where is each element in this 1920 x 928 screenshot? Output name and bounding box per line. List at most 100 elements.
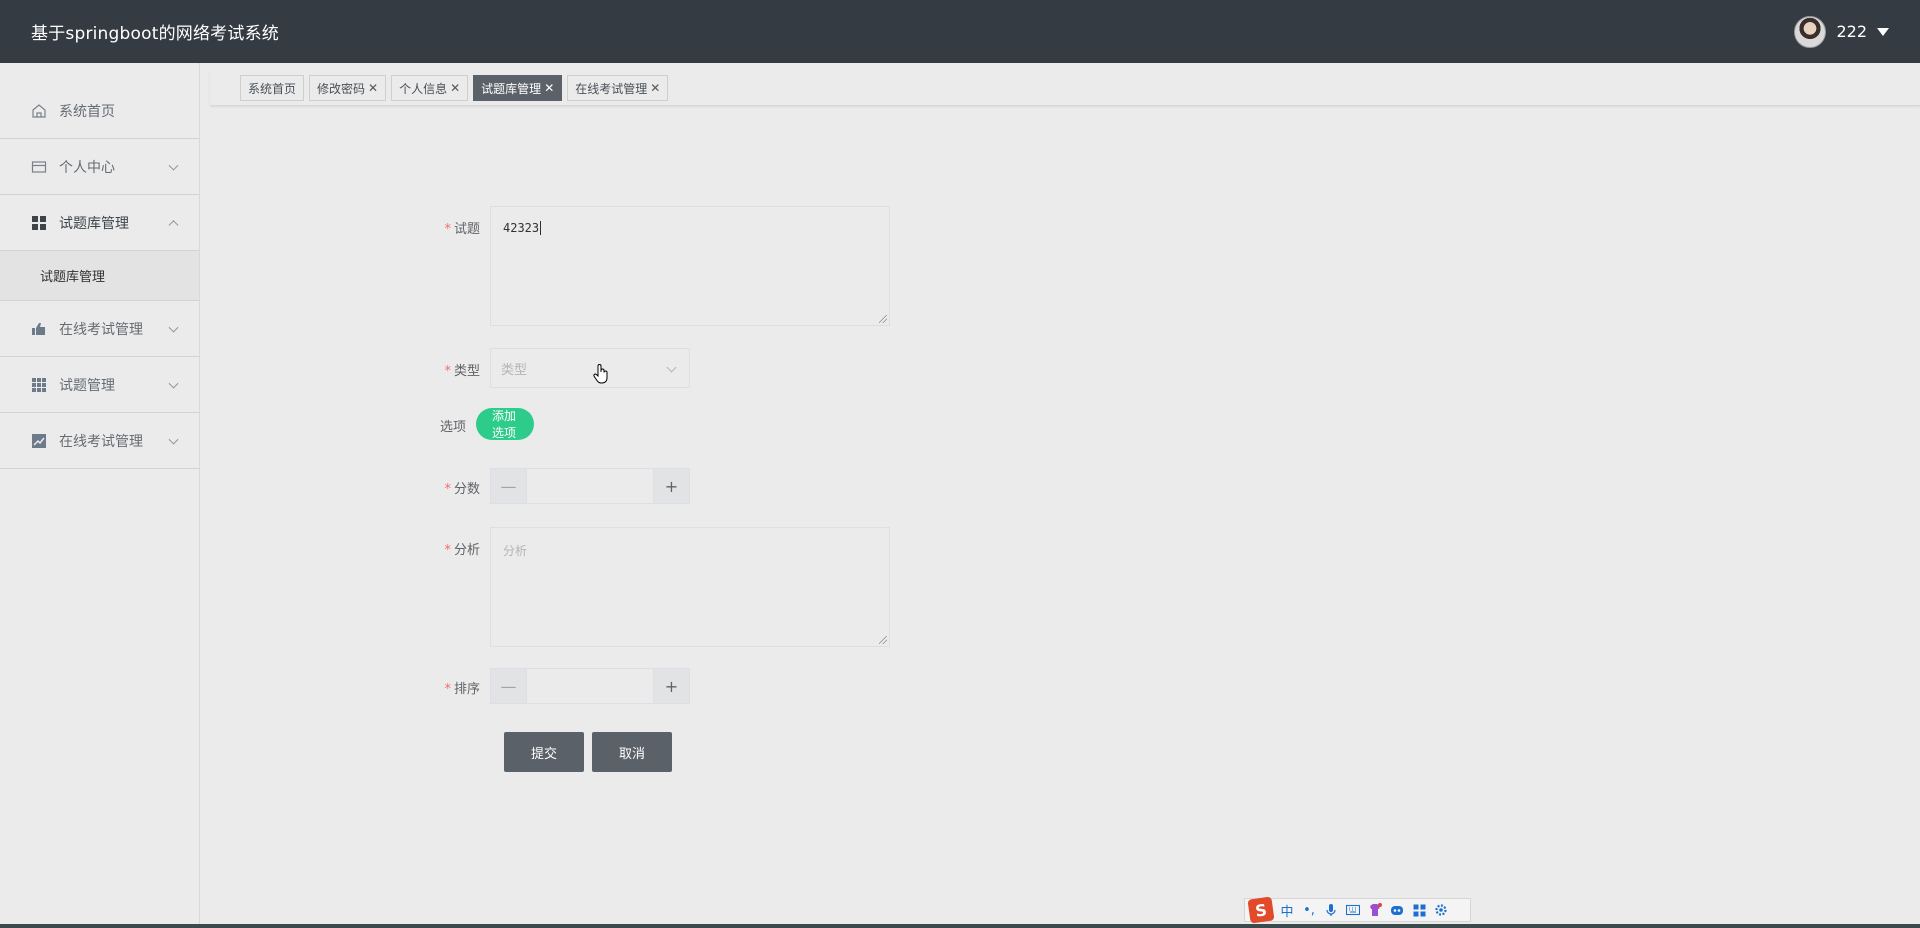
score-label: * 分数 <box>440 468 490 504</box>
sidebar-item-label: 系统首页 <box>59 103 115 120</box>
user-menu[interactable]: 222 <box>1794 15 1889 48</box>
sogou-logo-icon[interactable]: S <box>1247 896 1275 924</box>
chevron-down-icon <box>168 160 179 171</box>
sidebar-item-question-manage[interactable]: 试题管理 <box>0 357 199 413</box>
form-actions: 提交 取消 <box>504 732 672 772</box>
skin-icon[interactable] <box>1367 902 1383 918</box>
username[interactable]: 222 <box>1836 22 1867 41</box>
sidebar-item-label: 试题库管理 <box>59 215 129 232</box>
sidebar-item-personal-center[interactable]: 个人中心 <box>0 139 199 195</box>
score-stepper: — + <box>490 468 690 504</box>
close-icon[interactable]: ✕ <box>650 81 660 95</box>
toolbox-icon[interactable] <box>1411 902 1427 918</box>
label-text: 分数 <box>453 482 480 497</box>
top-header: 基于springboot的网络考试系统 222 <box>0 0 1920 63</box>
order-decrease-button[interactable]: — <box>491 669 527 703</box>
analysis-label: * 分析 <box>440 527 490 647</box>
analysis-placeholder: 分析 <box>503 544 528 558</box>
add-option-button[interactable]: 添加选项 <box>476 408 535 440</box>
robot-icon[interactable] <box>1389 902 1405 918</box>
sidebar-item-home[interactable]: 系统首页 <box>0 63 199 139</box>
sidebar-item-label: 在线考试管理 <box>59 433 143 450</box>
bottom-strip <box>0 924 1920 928</box>
score-increase-button[interactable]: + <box>653 469 689 503</box>
tab-online-exam[interactable]: 在线考试管理 ✕ <box>567 75 669 101</box>
order-input[interactable] <box>527 669 653 703</box>
required-mark: * <box>444 222 451 237</box>
form-row-order: * 排序 — + <box>440 668 690 704</box>
order-label: * 排序 <box>440 668 490 704</box>
question-value: 42323 <box>503 221 540 235</box>
submenu-item-question-bank[interactable]: 试题库管理 <box>0 251 199 301</box>
ime-toolbar: S 中 •, <box>1244 896 1471 924</box>
form-row-score: * 分数 — + <box>440 468 690 504</box>
chevron-down-icon <box>168 378 179 389</box>
question-textarea[interactable]: 42323 <box>490 206 890 326</box>
tab-label: 系统首页 <box>248 81 297 96</box>
chevron-up-icon <box>168 219 179 230</box>
chevron-down-icon <box>168 322 179 333</box>
label-text: 类型 <box>453 364 480 379</box>
credit-card-icon <box>31 159 47 175</box>
tab-change-password[interactable]: 修改密码 ✕ <box>309 75 387 101</box>
required-mark: * <box>444 482 451 497</box>
required-mark: * <box>444 682 451 697</box>
type-select[interactable]: 类型 <box>490 348 690 388</box>
sidebar-item-label: 在线考试管理 <box>59 321 143 338</box>
tabs-bar: 系统首页 修改密码 ✕ 个人信息 ✕ 试题库管理 ✕ 在线考试管理 ✕ <box>210 71 1920 106</box>
app-title: 基于springboot的网络考试系统 <box>31 24 279 44</box>
caret-down-icon[interactable] <box>1877 27 1889 36</box>
thumb-icon <box>31 321 47 337</box>
type-placeholder: 类型 <box>501 362 528 378</box>
close-icon[interactable]: ✕ <box>450 81 460 95</box>
grid-icon <box>31 215 47 231</box>
order-stepper: — + <box>490 668 690 704</box>
tab-label: 在线考试管理 <box>575 81 648 96</box>
label-text: 排序 <box>453 682 480 697</box>
microphone-icon[interactable] <box>1323 902 1339 918</box>
tab-personal-info[interactable]: 个人信息 ✕ <box>391 75 469 101</box>
home-icon <box>31 103 47 119</box>
close-icon[interactable]: ✕ <box>544 81 554 95</box>
required-mark: * <box>444 543 451 558</box>
score-input[interactable] <box>527 469 653 503</box>
chart-icon <box>31 433 47 449</box>
chevron-down-icon <box>666 362 677 373</box>
keyboard-icon[interactable] <box>1345 902 1361 918</box>
score-decrease-button[interactable]: — <box>491 469 527 503</box>
tab-home[interactable]: 系统首页 <box>240 75 305 101</box>
sidebar-item-label: 个人中心 <box>59 159 115 176</box>
label-text: 试题 <box>453 222 480 237</box>
form-row-type: * 类型 类型 <box>440 348 690 388</box>
label-text: 分析 <box>453 543 480 558</box>
required-mark: * <box>444 364 451 379</box>
sidebar-item-label: 试题管理 <box>59 377 115 394</box>
tab-label: 修改密码 <box>317 81 366 96</box>
ime-punctuation-icon[interactable]: •, <box>1301 902 1317 918</box>
chevron-down-icon <box>168 434 179 445</box>
user-avatar[interactable] <box>1794 15 1827 48</box>
ime-mode-chinese[interactable]: 中 <box>1279 902 1295 920</box>
form-row-analysis: * 分析 分析 <box>440 527 890 647</box>
options-label: 选项 <box>440 420 467 435</box>
tab-label: 个人信息 <box>399 81 448 96</box>
type-label: * 类型 <box>440 348 490 388</box>
tab-label: 试题库管理 <box>481 81 542 96</box>
question-label: * 试题 <box>440 206 490 326</box>
close-icon[interactable]: ✕ <box>368 81 378 95</box>
sidebar-item-online-exam[interactable]: 在线考试管理 <box>0 301 199 357</box>
analysis-textarea[interactable]: 分析 <box>490 527 890 647</box>
form-row-options: 选项 添加选项 <box>440 408 535 440</box>
apps-icon <box>31 377 47 393</box>
settings-icon[interactable] <box>1433 902 1449 918</box>
resize-handle-icon[interactable] <box>879 636 887 644</box>
hand-cursor-icon <box>593 364 608 384</box>
order-increase-button[interactable]: + <box>653 669 689 703</box>
resize-handle-icon[interactable] <box>879 315 887 323</box>
form-row-question: * 试题 42323 <box>440 206 890 326</box>
tab-question-bank[interactable]: 试题库管理 ✕ <box>473 75 563 101</box>
submit-button[interactable]: 提交 <box>504 732 584 772</box>
sidebar-item-question-bank[interactable]: 试题库管理 <box>0 195 199 251</box>
sidebar-item-online-exam-2[interactable]: 在线考试管理 <box>0 413 199 469</box>
cancel-button[interactable]: 取消 <box>592 732 672 772</box>
